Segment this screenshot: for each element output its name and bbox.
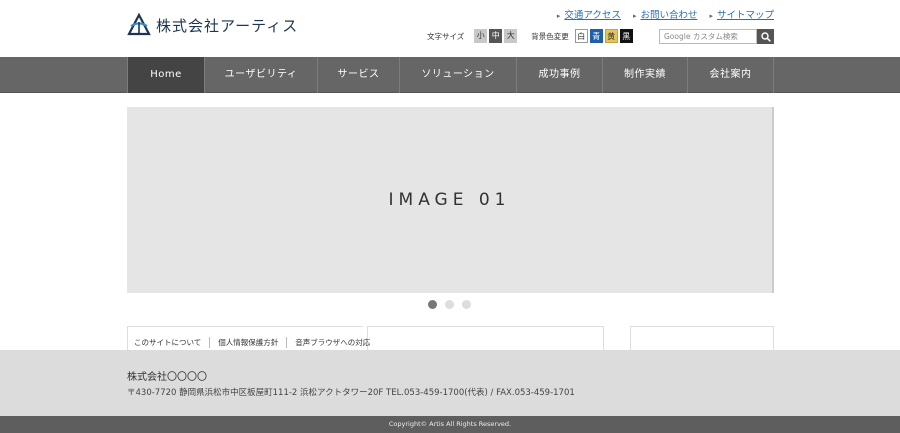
slider-dot-1[interactable] (428, 300, 437, 309)
bg-white-button[interactable]: 白 (574, 29, 588, 43)
nav-item-service[interactable]: サービス (318, 57, 400, 93)
nav-item-solution[interactable]: ソリューション (400, 57, 517, 93)
font-size-medium-button[interactable]: 中 (489, 29, 503, 43)
copyright-text: Copyright© Artis All Rights Reserved. (388, 420, 512, 428)
font-size-large-button[interactable]: 大 (504, 29, 518, 43)
privacy-policy-link[interactable]: 個人情報保護方針 (209, 337, 286, 348)
slide-image-label: IMAGE 01 (388, 190, 511, 210)
nav-item-usability[interactable]: ユーザビリティ (205, 57, 318, 93)
sitemap-link[interactable]: サイトマップ (709, 7, 774, 21)
nav-item-company[interactable]: 会社案内 (688, 57, 774, 93)
slider-pagination (428, 300, 471, 309)
search-icon (760, 31, 771, 42)
company-address: 〒430-7720 静岡県浜松市中区板屋町111-2 浜松アクトタワー20F T… (127, 388, 575, 398)
contact-link[interactable]: お問い合わせ (633, 7, 697, 21)
footer-links: このサイトについて 個人情報保護方針 音声ブラウザへの対応 (134, 337, 378, 348)
company-name: 株式会社〇〇〇〇 (127, 372, 207, 383)
site-header: 株式会社アーティス 交通アクセス お問い合わせ サイトマップ 文字サイズ 小 中… (0, 0, 900, 57)
global-nav: Home ユーザビリティ サービス ソリューション 成功事例 制作実績 会社案内 (0, 57, 900, 93)
logo-icon (127, 13, 151, 36)
slider-dot-2[interactable] (445, 300, 454, 309)
site-footer: 株式会社〇〇〇〇 〒430-7720 静岡県浜松市中区板屋町111-2 浜松アク… (0, 350, 900, 416)
accessibility-tools: 文字サイズ 小 中 大 背景色変更 白 青 黄 黒 (427, 29, 635, 43)
search-input[interactable]: Google カスタム検索 (659, 29, 757, 44)
access-link[interactable]: 交通アクセス (557, 7, 621, 21)
slider-dot-3[interactable] (462, 300, 471, 309)
about-site-link[interactable]: このサイトについて (134, 337, 209, 348)
bg-color-label: 背景色変更 (531, 31, 569, 41)
logo-text: 株式会社アーティス (156, 16, 299, 35)
nav-item-case-studies[interactable]: 成功事例 (517, 57, 603, 93)
search-form: Google カスタム検索 (659, 29, 774, 44)
nav-item-works[interactable]: 制作実績 (603, 57, 688, 93)
site-logo[interactable]: 株式会社アーティス (127, 13, 298, 37)
bg-blue-button[interactable]: 青 (589, 29, 603, 43)
copyright-bar: Copyright© Artis All Rights Reserved. (0, 416, 900, 433)
voice-browser-link[interactable]: 音声ブラウザへの対応 (286, 337, 378, 348)
nav-item-home[interactable]: Home (127, 57, 205, 93)
hero-slider[interactable]: IMAGE 01 (127, 107, 774, 293)
bg-yellow-button[interactable]: 黄 (604, 29, 618, 43)
font-size-label: 文字サイズ (427, 31, 465, 41)
font-size-small-button[interactable]: 小 (474, 29, 488, 43)
bg-black-button[interactable]: 黒 (619, 29, 633, 43)
search-button[interactable] (757, 29, 774, 44)
utility-links: 交通アクセス お問い合わせ サイトマップ (557, 7, 774, 21)
